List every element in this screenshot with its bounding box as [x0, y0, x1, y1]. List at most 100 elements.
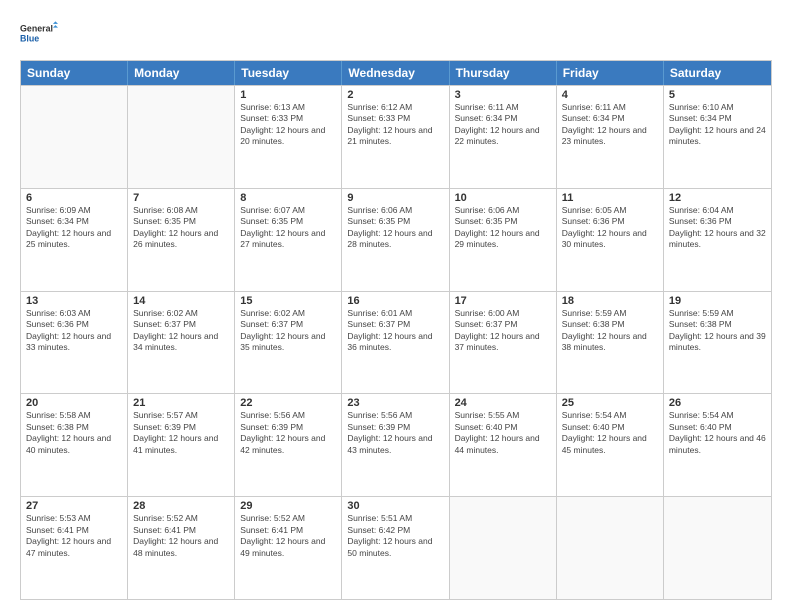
day-number: 16 — [347, 295, 443, 307]
day-number: 19 — [669, 295, 766, 307]
day-info: Sunrise: 6:13 AMSunset: 6:33 PMDaylight:… — [240, 102, 336, 148]
day-number: 30 — [347, 500, 443, 512]
day-number: 6 — [26, 192, 122, 204]
cal-cell: 4Sunrise: 6:11 AMSunset: 6:34 PMDaylight… — [557, 86, 664, 188]
day-info: Sunrise: 6:08 AMSunset: 6:35 PMDaylight:… — [133, 205, 229, 251]
day-info: Sunrise: 6:05 AMSunset: 6:36 PMDaylight:… — [562, 205, 658, 251]
cal-cell: 3Sunrise: 6:11 AMSunset: 6:34 PMDaylight… — [450, 86, 557, 188]
cal-cell: 10Sunrise: 6:06 AMSunset: 6:35 PMDayligh… — [450, 189, 557, 291]
header: General Blue — [20, 16, 772, 52]
cal-cell: 9Sunrise: 6:06 AMSunset: 6:35 PMDaylight… — [342, 189, 449, 291]
logo: General Blue — [20, 16, 58, 52]
day-info: Sunrise: 5:54 AMSunset: 6:40 PMDaylight:… — [669, 410, 766, 456]
day-info: Sunrise: 5:59 AMSunset: 6:38 PMDaylight:… — [669, 308, 766, 354]
cal-cell: 1Sunrise: 6:13 AMSunset: 6:33 PMDaylight… — [235, 86, 342, 188]
cal-week-5: 27Sunrise: 5:53 AMSunset: 6:41 PMDayligh… — [21, 496, 771, 599]
day-number: 17 — [455, 295, 551, 307]
day-info: Sunrise: 5:58 AMSunset: 6:38 PMDaylight:… — [26, 410, 122, 456]
day-info: Sunrise: 5:52 AMSunset: 6:41 PMDaylight:… — [240, 513, 336, 559]
day-number: 26 — [669, 397, 766, 409]
cal-cell: 7Sunrise: 6:08 AMSunset: 6:35 PMDaylight… — [128, 189, 235, 291]
cal-cell — [450, 497, 557, 599]
cal-header-tuesday: Tuesday — [235, 61, 342, 85]
day-info: Sunrise: 6:11 AMSunset: 6:34 PMDaylight:… — [562, 102, 658, 148]
cal-cell: 15Sunrise: 6:02 AMSunset: 6:37 PMDayligh… — [235, 292, 342, 394]
cal-cell — [557, 497, 664, 599]
cal-cell: 17Sunrise: 6:00 AMSunset: 6:37 PMDayligh… — [450, 292, 557, 394]
day-info: Sunrise: 6:06 AMSunset: 6:35 PMDaylight:… — [347, 205, 443, 251]
calendar: SundayMondayTuesdayWednesdayThursdayFrid… — [20, 60, 772, 600]
svg-text:General: General — [20, 23, 53, 33]
day-info: Sunrise: 5:51 AMSunset: 6:42 PMDaylight:… — [347, 513, 443, 559]
day-number: 18 — [562, 295, 658, 307]
cal-cell: 22Sunrise: 5:56 AMSunset: 6:39 PMDayligh… — [235, 394, 342, 496]
cal-cell — [128, 86, 235, 188]
day-info: Sunrise: 6:07 AMSunset: 6:35 PMDaylight:… — [240, 205, 336, 251]
cal-cell: 11Sunrise: 6:05 AMSunset: 6:36 PMDayligh… — [557, 189, 664, 291]
day-number: 12 — [669, 192, 766, 204]
cal-cell: 25Sunrise: 5:54 AMSunset: 6:40 PMDayligh… — [557, 394, 664, 496]
cal-header-wednesday: Wednesday — [342, 61, 449, 85]
day-number: 4 — [562, 89, 658, 101]
cal-cell: 12Sunrise: 6:04 AMSunset: 6:36 PMDayligh… — [664, 189, 771, 291]
day-info: Sunrise: 5:55 AMSunset: 6:40 PMDaylight:… — [455, 410, 551, 456]
cal-week-3: 13Sunrise: 6:03 AMSunset: 6:36 PMDayligh… — [21, 291, 771, 394]
cal-header-thursday: Thursday — [450, 61, 557, 85]
cal-header-friday: Friday — [557, 61, 664, 85]
day-number: 7 — [133, 192, 229, 204]
cal-cell: 20Sunrise: 5:58 AMSunset: 6:38 PMDayligh… — [21, 394, 128, 496]
day-number: 1 — [240, 89, 336, 101]
day-info: Sunrise: 6:00 AMSunset: 6:37 PMDaylight:… — [455, 308, 551, 354]
day-info: Sunrise: 5:53 AMSunset: 6:41 PMDaylight:… — [26, 513, 122, 559]
day-number: 10 — [455, 192, 551, 204]
cal-week-2: 6Sunrise: 6:09 AMSunset: 6:34 PMDaylight… — [21, 188, 771, 291]
day-number: 22 — [240, 397, 336, 409]
day-info: Sunrise: 5:54 AMSunset: 6:40 PMDaylight:… — [562, 410, 658, 456]
cal-cell: 29Sunrise: 5:52 AMSunset: 6:41 PMDayligh… — [235, 497, 342, 599]
day-number: 3 — [455, 89, 551, 101]
day-info: Sunrise: 5:59 AMSunset: 6:38 PMDaylight:… — [562, 308, 658, 354]
day-info: Sunrise: 6:03 AMSunset: 6:36 PMDaylight:… — [26, 308, 122, 354]
day-info: Sunrise: 6:04 AMSunset: 6:36 PMDaylight:… — [669, 205, 766, 251]
cal-cell: 2Sunrise: 6:12 AMSunset: 6:33 PMDaylight… — [342, 86, 449, 188]
cal-cell: 26Sunrise: 5:54 AMSunset: 6:40 PMDayligh… — [664, 394, 771, 496]
calendar-header-row: SundayMondayTuesdayWednesdayThursdayFrid… — [21, 61, 771, 85]
day-info: Sunrise: 5:56 AMSunset: 6:39 PMDaylight:… — [240, 410, 336, 456]
cal-cell: 27Sunrise: 5:53 AMSunset: 6:41 PMDayligh… — [21, 497, 128, 599]
day-number: 24 — [455, 397, 551, 409]
cal-cell: 5Sunrise: 6:10 AMSunset: 6:34 PMDaylight… — [664, 86, 771, 188]
day-info: Sunrise: 6:06 AMSunset: 6:35 PMDaylight:… — [455, 205, 551, 251]
calendar-body: 1Sunrise: 6:13 AMSunset: 6:33 PMDaylight… — [21, 85, 771, 599]
cal-header-monday: Monday — [128, 61, 235, 85]
day-info: Sunrise: 6:01 AMSunset: 6:37 PMDaylight:… — [347, 308, 443, 354]
cal-cell: 23Sunrise: 5:56 AMSunset: 6:39 PMDayligh… — [342, 394, 449, 496]
day-number: 14 — [133, 295, 229, 307]
day-info: Sunrise: 6:11 AMSunset: 6:34 PMDaylight:… — [455, 102, 551, 148]
day-number: 29 — [240, 500, 336, 512]
day-number: 2 — [347, 89, 443, 101]
cal-cell: 30Sunrise: 5:51 AMSunset: 6:42 PMDayligh… — [342, 497, 449, 599]
cal-cell: 6Sunrise: 6:09 AMSunset: 6:34 PMDaylight… — [21, 189, 128, 291]
day-number: 5 — [669, 89, 766, 101]
cal-cell: 28Sunrise: 5:52 AMSunset: 6:41 PMDayligh… — [128, 497, 235, 599]
day-number: 20 — [26, 397, 122, 409]
day-info: Sunrise: 5:56 AMSunset: 6:39 PMDaylight:… — [347, 410, 443, 456]
cal-week-1: 1Sunrise: 6:13 AMSunset: 6:33 PMDaylight… — [21, 85, 771, 188]
page: General Blue SundayMondayTuesdayWednesda… — [0, 0, 792, 612]
cal-cell: 16Sunrise: 6:01 AMSunset: 6:37 PMDayligh… — [342, 292, 449, 394]
cal-cell — [664, 497, 771, 599]
day-info: Sunrise: 5:57 AMSunset: 6:39 PMDaylight:… — [133, 410, 229, 456]
cal-header-saturday: Saturday — [664, 61, 771, 85]
cal-cell: 8Sunrise: 6:07 AMSunset: 6:35 PMDaylight… — [235, 189, 342, 291]
day-info: Sunrise: 6:09 AMSunset: 6:34 PMDaylight:… — [26, 205, 122, 251]
cal-cell — [21, 86, 128, 188]
day-number: 11 — [562, 192, 658, 204]
day-number: 23 — [347, 397, 443, 409]
day-number: 15 — [240, 295, 336, 307]
day-info: Sunrise: 6:02 AMSunset: 6:37 PMDaylight:… — [133, 308, 229, 354]
day-number: 8 — [240, 192, 336, 204]
day-info: Sunrise: 6:12 AMSunset: 6:33 PMDaylight:… — [347, 102, 443, 148]
cal-week-4: 20Sunrise: 5:58 AMSunset: 6:38 PMDayligh… — [21, 393, 771, 496]
day-number: 27 — [26, 500, 122, 512]
cal-header-sunday: Sunday — [21, 61, 128, 85]
